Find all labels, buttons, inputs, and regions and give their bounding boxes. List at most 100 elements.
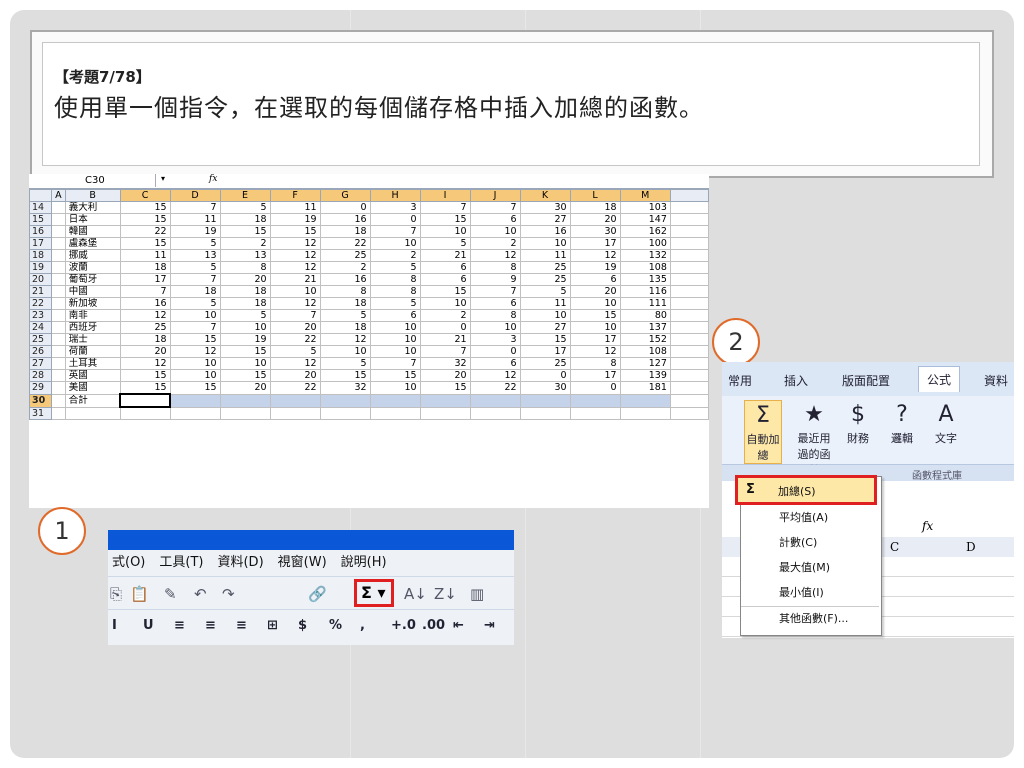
- cell-value[interactable]: 15: [419, 381, 471, 395]
- ribbon-button[interactable]: Σ 自動加總: [744, 400, 782, 464]
- cell[interactable]: [119, 406, 171, 420]
- cell[interactable]: [669, 321, 709, 334]
- cell[interactable]: [669, 345, 709, 358]
- ribbon-tab[interactable]: 常用: [728, 372, 752, 389]
- cell[interactable]: [50, 237, 66, 250]
- dropdown-item[interactable]: 計數(C): [741, 531, 879, 555]
- cell-value[interactable]: 22: [269, 381, 321, 395]
- cell-value[interactable]: 5: [419, 237, 471, 250]
- cell[interactable]: [669, 213, 709, 226]
- chevron-down-icon[interactable]: ▾: [161, 174, 165, 183]
- cell-country[interactable]: 南非: [64, 309, 121, 322]
- cell-value[interactable]: 80: [619, 309, 671, 322]
- cell-value[interactable]: 12: [469, 249, 521, 262]
- cell[interactable]: [669, 285, 709, 298]
- format-button[interactable]: .00: [422, 618, 445, 633]
- cell[interactable]: [669, 309, 709, 322]
- cell[interactable]: [419, 406, 471, 420]
- cell-value[interactable]: 11: [269, 201, 321, 214]
- cell-country[interactable]: 荷蘭: [64, 345, 121, 358]
- cell-value[interactable]: 11: [519, 249, 571, 262]
- cell-value[interactable]: 6: [569, 273, 621, 286]
- cell-country[interactable]: 中國: [64, 285, 121, 298]
- cell-value[interactable]: 5: [219, 201, 271, 214]
- cell[interactable]: [50, 321, 66, 334]
- cell-selected[interactable]: [469, 393, 521, 408]
- cell-value[interactable]: 0: [519, 369, 571, 382]
- cell-value[interactable]: 13: [219, 249, 271, 262]
- cell-value[interactable]: 3: [469, 333, 521, 346]
- cell-country[interactable]: 義大利: [64, 201, 121, 214]
- cell-value[interactable]: 10: [469, 321, 521, 334]
- cell[interactable]: [669, 357, 709, 370]
- cell-value[interactable]: 103: [619, 201, 671, 214]
- cell[interactable]: [50, 261, 66, 274]
- column-header-g[interactable]: G: [319, 189, 371, 202]
- cell-value[interactable]: 2: [319, 261, 371, 274]
- cell[interactable]: [669, 201, 709, 214]
- column-header-k[interactable]: K: [519, 189, 571, 202]
- cell[interactable]: [669, 237, 709, 250]
- cell[interactable]: [50, 369, 66, 382]
- cell-value[interactable]: 3: [369, 201, 421, 214]
- cell-value[interactable]: 12: [319, 333, 371, 346]
- cell-value[interactable]: 10: [369, 333, 421, 346]
- format-button[interactable]: I: [112, 618, 117, 633]
- cell-value[interactable]: 20: [269, 369, 321, 382]
- cell-value[interactable]: 12: [469, 369, 521, 382]
- cell-value[interactable]: 5: [369, 261, 421, 274]
- format-button[interactable]: ≡: [236, 618, 247, 633]
- cell-value[interactable]: 6: [469, 213, 521, 226]
- cell-value[interactable]: 22: [269, 333, 321, 346]
- cell-value[interactable]: 11: [119, 249, 171, 262]
- cell-value[interactable]: 15: [419, 285, 471, 298]
- cell-selected[interactable]: [169, 393, 221, 408]
- cell[interactable]: [669, 406, 709, 420]
- row-header[interactable]: 27: [29, 357, 52, 370]
- cell-value[interactable]: 2: [369, 249, 421, 262]
- cell-selected[interactable]: [319, 393, 371, 408]
- cell-value[interactable]: 7: [369, 225, 421, 238]
- cell-total-label[interactable]: 合計: [64, 393, 121, 408]
- cell-value[interactable]: 0: [319, 201, 371, 214]
- cell-value[interactable]: 7: [119, 285, 171, 298]
- cell[interactable]: [269, 406, 321, 420]
- cell[interactable]: [50, 285, 66, 298]
- cell-value[interactable]: 22: [469, 381, 521, 395]
- cell-value[interactable]: 5: [169, 297, 221, 310]
- format-button[interactable]: %: [329, 618, 342, 633]
- cell[interactable]: [669, 381, 709, 395]
- cell-value[interactable]: 20: [419, 369, 471, 382]
- cell-selected[interactable]: [269, 393, 321, 408]
- row-header[interactable]: 30: [29, 393, 52, 408]
- ribbon-tab[interactable]: 版面配置: [842, 372, 890, 389]
- cell-value[interactable]: 12: [569, 249, 621, 262]
- cell-value[interactable]: 10: [469, 225, 521, 238]
- column-header-l[interactable]: L: [569, 189, 621, 202]
- menu-item[interactable]: 式(O): [112, 555, 145, 570]
- cell-value[interactable]: 0: [419, 321, 471, 334]
- cell-value[interactable]: 18: [569, 201, 621, 214]
- cell-value[interactable]: 12: [269, 297, 321, 310]
- cell-selected[interactable]: [619, 393, 671, 408]
- cell-value[interactable]: 15: [219, 369, 271, 382]
- row-header[interactable]: 15: [29, 213, 52, 226]
- cell-value[interactable]: 152: [619, 333, 671, 346]
- cell-value[interactable]: 10: [219, 357, 271, 370]
- cell-value[interactable]: 30: [569, 225, 621, 238]
- cell-country[interactable]: 西班牙: [64, 321, 121, 334]
- cell-value[interactable]: 5: [169, 261, 221, 274]
- cell-value[interactable]: 16: [319, 213, 371, 226]
- cell-value[interactable]: 12: [269, 261, 321, 274]
- cell-value[interactable]: 18: [319, 225, 371, 238]
- cell[interactable]: [50, 309, 66, 322]
- row-header[interactable]: 28: [29, 369, 52, 382]
- cell-value[interactable]: 15: [269, 225, 321, 238]
- menu-item[interactable]: 資料(D): [217, 555, 263, 570]
- cell-value[interactable]: 10: [419, 297, 471, 310]
- cell-value[interactable]: 15: [119, 213, 171, 226]
- cell-value[interactable]: 20: [569, 285, 621, 298]
- row-header[interactable]: 26: [29, 345, 52, 358]
- row-header[interactable]: 22: [29, 297, 52, 310]
- cell-value[interactable]: 32: [419, 357, 471, 370]
